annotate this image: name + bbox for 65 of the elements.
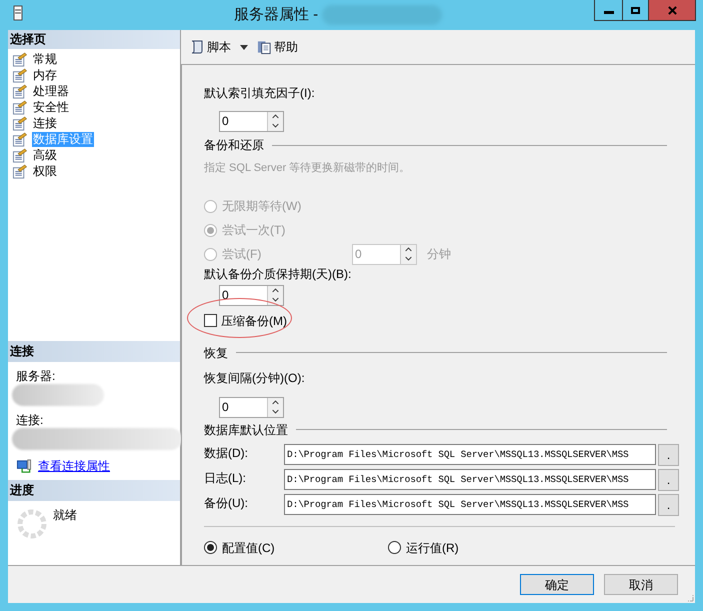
connection-properties-link[interactable]: 查看连接属性 (38, 457, 110, 475)
path-field[interactable]: D:\Program Files\Microsoft SQL Server\MSSQL13.MSSQLSERVER\MSS (284, 444, 656, 464)
radio-label: 无限期等待(W) (222, 198, 302, 215)
section-title: 数据库默认位置 (204, 422, 288, 438)
dialog-button[interactable]: 取消 (604, 574, 678, 595)
properties-page-icon (12, 100, 28, 114)
radio-label: 配置值(C) (222, 540, 275, 556)
path-field[interactable]: D:\Program Files\Microsoft SQL Server\MSSQL13.MSSQLSERVER\MSS (284, 494, 656, 514)
field-label: 默认索引填充因子(I): (204, 85, 316, 101)
field-label: 日志(L): (204, 470, 247, 486)
field-label: 数据(D): (204, 444, 249, 462)
close-icon (668, 6, 676, 14)
radio-label: 运行值(R) (406, 540, 459, 556)
radio-button[interactable] (204, 541, 217, 554)
properties-page-icon (12, 164, 28, 178)
properties-page-icon (12, 68, 28, 82)
field-label: 恢复间隔(分钟)(O): (204, 370, 306, 386)
sidebar-item[interactable]: 连接 (32, 116, 58, 130)
section-title: 备份和还原 (204, 137, 264, 154)
field-label: 默认备份介质保持期(天)(B): (204, 266, 352, 282)
sidebar-item[interactable]: 高级 (32, 148, 58, 162)
sidebar-item[interactable]: 处理器 (32, 84, 70, 98)
number-spinner[interactable]: 0 (219, 284, 284, 306)
panel-header: 进度 (8, 480, 180, 501)
browse-button[interactable]: . (658, 494, 679, 516)
sidebar-item[interactable]: 内存 (32, 68, 58, 82)
radio-label: 尝试一次(T) (222, 222, 286, 239)
progress-status: 就绪 (53, 507, 77, 524)
browse-button[interactable]: . (658, 468, 679, 490)
scroll-icon (189, 39, 205, 55)
checkbox[interactable] (204, 314, 217, 327)
sidebar-item[interactable]: 安全性 (32, 100, 70, 114)
unit-label: 分钟 (427, 246, 451, 263)
properties-page-icon (12, 116, 28, 130)
hint-text: 指定 SQL Server 等待更换新磁带的时间。 (204, 160, 412, 176)
number-spinner[interactable]: 0 (219, 111, 284, 132)
window-icon (13, 4, 23, 22)
script-button[interactable]: 脚本 (189, 38, 231, 56)
dialog-button[interactable]: 确定 (520, 574, 594, 595)
connection-label: 连接: (16, 413, 44, 427)
help-document-icon (257, 39, 272, 55)
path-field[interactable]: D:\Program Files\Microsoft SQL Server\MSSQL13.MSSQLSERVER\MSS (284, 468, 656, 490)
panel-header: 连接 (8, 341, 180, 362)
sidebar-item[interactable]: 权限 (32, 164, 58, 178)
sidebar-item[interactable]: 常规 (32, 52, 58, 66)
radio-button[interactable] (388, 541, 401, 554)
checkbox-label: 压缩备份(M) (221, 312, 287, 330)
field-label: 备份(U): (204, 494, 249, 512)
section-title: 恢复 (204, 344, 228, 362)
panel-header: 选择页 (8, 30, 180, 49)
properties-page-icon (12, 148, 28, 162)
progress-spinner-icon (17, 509, 47, 539)
radio-label: 尝试(F) (222, 246, 262, 263)
close-button[interactable] (649, 0, 695, 20)
dropdown-arrow-icon[interactable] (240, 44, 248, 50)
help-button[interactable]: 帮助 (257, 38, 298, 56)
browse-button[interactable]: . (658, 444, 679, 466)
properties-page-icon (12, 84, 28, 98)
resize-grip-icon[interactable] (686, 594, 694, 602)
properties-page-icon (12, 52, 28, 66)
network-computer-icon (16, 458, 32, 474)
number-spinner[interactable]: 0 (219, 396, 284, 418)
window-title: 服务器属性 - (234, 5, 318, 25)
properties-page-icon (12, 132, 28, 146)
server-label: 服务器: (16, 369, 56, 383)
